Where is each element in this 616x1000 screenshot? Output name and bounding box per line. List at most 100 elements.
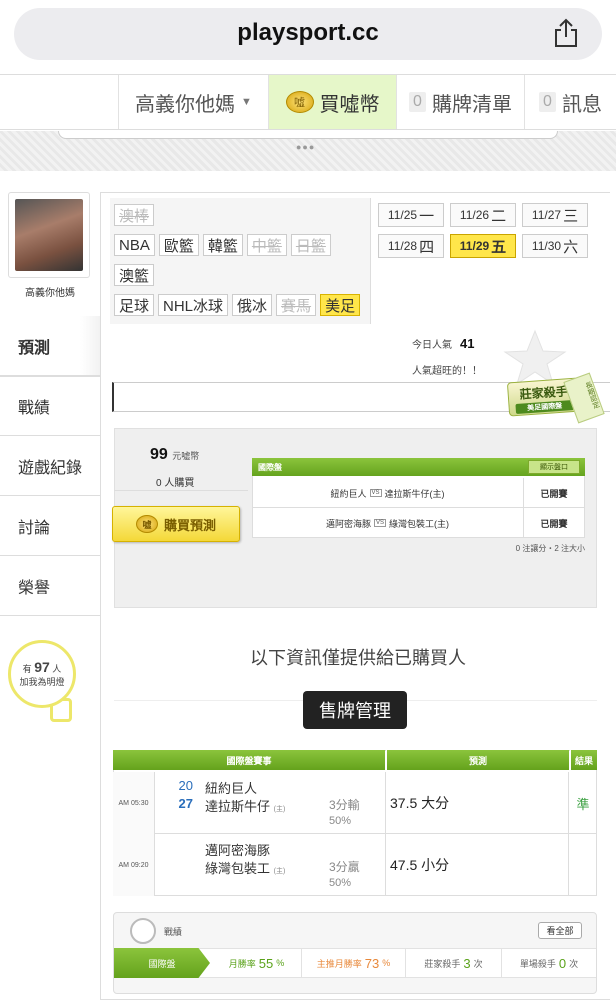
date-tab[interactable]: 11/26 二 bbox=[450, 203, 516, 227]
price-unit: 元噓幣 bbox=[172, 451, 200, 461]
result: 準 bbox=[576, 796, 590, 812]
popularity: 今日人氣 41 bbox=[412, 336, 474, 351]
nav-predict[interactable]: 預測 bbox=[0, 316, 100, 376]
buy-coins-button[interactable]: 噓 買噓幣 bbox=[268, 75, 396, 129]
date-day: 11/29 bbox=[459, 239, 490, 253]
category-tag: 日籃 bbox=[290, 234, 331, 256]
follow-label: 加我為明燈 bbox=[19, 677, 65, 687]
date-tab[interactable]: 11/27 三 bbox=[522, 203, 588, 227]
popularity-value: 41 bbox=[460, 336, 475, 351]
price-value: 99 bbox=[150, 446, 168, 463]
nav-honor[interactable]: 榮譽 bbox=[0, 556, 100, 616]
buyer-only-notice: 以下資訊僅提供給已購買人 bbox=[250, 648, 466, 668]
matchup: 紐約巨人 VS 達拉斯牛仔(主) bbox=[252, 478, 524, 508]
date-weekday: 一 bbox=[419, 207, 435, 225]
share-icon[interactable] bbox=[553, 18, 579, 48]
spread-percent: 50% bbox=[329, 815, 352, 827]
popularity-label: 今日人氣 bbox=[412, 340, 452, 351]
date-tab[interactable]: 11/30 六 bbox=[522, 234, 588, 258]
pager-dots[interactable]: ●●● bbox=[296, 142, 315, 152]
home-team: 達拉斯牛仔 bbox=[205, 799, 271, 814]
category-tag[interactable]: 俄冰 bbox=[232, 294, 273, 316]
category-tag[interactable]: 澳籃 bbox=[114, 264, 155, 286]
away-score: 20 bbox=[178, 778, 193, 793]
url-text[interactable]: playsport.cc bbox=[0, 19, 616, 47]
message-count: 0 bbox=[539, 92, 556, 112]
nav-record[interactable]: 戰績 bbox=[0, 376, 100, 436]
nav-discussion[interactable]: 討論 bbox=[0, 496, 100, 556]
category-tag[interactable]: 韓籃 bbox=[202, 234, 243, 256]
package-row: 邁阿密海豚 VS 綠灣包裝工(主) 已開賽 bbox=[252, 508, 585, 538]
game-time: AM 05:30 bbox=[113, 772, 155, 834]
price: 99 元噓幣 bbox=[150, 446, 199, 464]
away-team: 邁阿密海豚 bbox=[325, 518, 371, 529]
monthly-win-rate: 月勝率 55% bbox=[212, 948, 302, 978]
category-tags: 澳棒 NBA 歐籃 韓籃 中籃 日籃 澳籃 足球 NHL冰球 俄冰 賽馬 美足 bbox=[114, 204, 368, 324]
stat-unit: 次 bbox=[473, 958, 483, 969]
bet-count-note: 0 注讓分・2 注大小 bbox=[515, 544, 585, 553]
date-tab[interactable]: 11/29 五 bbox=[450, 234, 516, 258]
category-row: NBA 歐籃 韓籃 中籃 日籃 bbox=[114, 234, 368, 256]
user-menu-label: 高義你他媽 bbox=[135, 93, 236, 116]
date-weekday: 五 bbox=[491, 238, 507, 256]
date-weekday: 六 bbox=[563, 238, 579, 256]
fan-lightbulb[interactable]: 有 97 人 加我為明燈 bbox=[8, 640, 76, 708]
user-bar: 高義你他媽 ▼ 噓 買噓幣 0 購牌清單 0 訊息 bbox=[0, 74, 616, 130]
show-line-button[interactable]: 顯示盤口 bbox=[528, 460, 580, 474]
date-day: 11/28 bbox=[387, 239, 418, 253]
fans-prefix: 有 bbox=[22, 664, 32, 674]
coin-icon: 噓 bbox=[135, 515, 158, 533]
buy-prediction-button[interactable]: 噓 購買預測 bbox=[112, 506, 240, 542]
away-team: 紐約巨人 bbox=[330, 488, 367, 499]
avatar[interactable] bbox=[15, 199, 83, 271]
date-weekday: 二 bbox=[491, 207, 507, 225]
home-team: 達拉斯牛仔(主) bbox=[384, 488, 445, 499]
record-title: 戰績 bbox=[164, 927, 183, 937]
user-menu[interactable]: 高義你他媽 ▼ bbox=[118, 75, 268, 129]
home-team-cell: 綠灣包裝工 (主) bbox=[205, 858, 285, 877]
caret-down-icon: ▼ bbox=[241, 96, 252, 108]
avatar-frame[interactable] bbox=[8, 192, 90, 278]
games-header-prediction: 預測 bbox=[386, 750, 569, 770]
stat-value: 55 bbox=[258, 955, 274, 971]
prediction: 47.5 小分 bbox=[385, 834, 569, 896]
badge-subtitle: 美足國際盤 bbox=[515, 399, 574, 414]
category-tag[interactable]: NBA bbox=[114, 234, 155, 256]
home-team-cell: 達拉斯牛仔 (主) bbox=[205, 796, 285, 815]
table-row: AM 09:20 邁阿密海豚 綠灣包裝工 (主) 3分贏 50% 47.5 小分 bbox=[113, 834, 597, 896]
sale-management-button[interactable]: 售牌管理 bbox=[303, 691, 407, 729]
category-tag[interactable]: NHL冰球 bbox=[158, 294, 229, 316]
category-row: 澳籃 bbox=[114, 264, 368, 286]
category-tag[interactable]: 歐籃 bbox=[158, 234, 199, 256]
messages-link[interactable]: 0 訊息 bbox=[524, 75, 616, 129]
away-team: 紐約巨人 bbox=[205, 781, 258, 796]
home-team: 綠灣包裝工(主) bbox=[389, 518, 450, 529]
stat-unit: % bbox=[276, 958, 285, 968]
category-tag[interactable]: 美足 bbox=[320, 294, 361, 316]
date-day: 11/30 bbox=[531, 239, 562, 253]
date-weekday: 三 bbox=[563, 207, 579, 225]
buy-prediction-label: 購買預測 bbox=[163, 517, 216, 533]
date-tab[interactable]: 11/25 一 bbox=[378, 203, 444, 227]
fans-suffix: 人 bbox=[52, 664, 62, 674]
buyer-count: 0 人購買 bbox=[156, 478, 195, 489]
home-team: 綠灣包裝工 bbox=[205, 861, 271, 876]
date-day: 11/26 bbox=[459, 208, 490, 222]
matchup: 邁阿密海豚 VS 綠灣包裝工(主) bbox=[252, 508, 524, 538]
stat-label: 月勝率 bbox=[228, 958, 256, 969]
stat-value: 0 bbox=[558, 955, 567, 971]
nav-game-history[interactable]: 遊戲紀錄 bbox=[0, 436, 100, 496]
dropdown-tray bbox=[58, 131, 558, 139]
games-header-result: 結果 bbox=[570, 750, 597, 770]
view-all-button[interactable]: 看全部 bbox=[538, 922, 582, 939]
stat-label: 主推月勝率 bbox=[316, 958, 362, 969]
fans-count: 97 bbox=[34, 659, 50, 675]
category-tag[interactable]: 足球 bbox=[114, 294, 155, 316]
vs-icon: VS bbox=[369, 489, 382, 497]
stat-label: 莊家殺手 bbox=[424, 958, 461, 969]
date-day: 11/25 bbox=[387, 208, 418, 222]
date-tab[interactable]: 11/28 四 bbox=[378, 234, 444, 258]
cart-link[interactable]: 0 購牌清單 bbox=[396, 75, 524, 129]
tab-international[interactable]: 國際盤 bbox=[114, 948, 210, 978]
spread-line: 3分贏 bbox=[329, 860, 360, 874]
